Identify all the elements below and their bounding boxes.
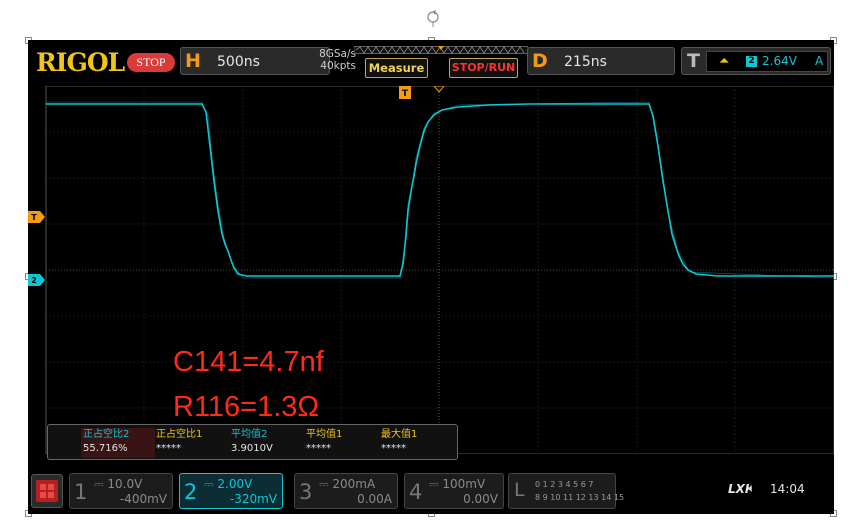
ch2-ground-marker[interactable]: 2 <box>28 274 45 286</box>
trigger-level: 2.64V <box>762 54 797 68</box>
trigger-source-badge: 2 <box>746 56 757 67</box>
measurement-value: ***** <box>306 443 331 454</box>
delay-value: 215ns <box>564 54 607 70</box>
component-annotation: C141=4.7nf R116=1.3Ω <box>173 340 324 430</box>
channel-offset: -320mV <box>229 492 277 506</box>
trigger-position-label: T <box>402 89 409 99</box>
delay-setting[interactable]: D 215ns <box>527 47 675 75</box>
sample-rate: 8GSa/s <box>319 48 356 60</box>
main-menu-button[interactable] <box>31 474 63 508</box>
channel-offset: -400mV <box>119 492 167 506</box>
ch2-ground-label: 2 <box>31 276 37 285</box>
measurement-item[interactable]: 最大值1 ***** <box>381 428 455 458</box>
measurement-value: ***** <box>381 443 406 454</box>
stop-run-button[interactable]: STOP/RUN <box>449 58 518 78</box>
channel-scale: ⎓ 100mV <box>429 477 486 491</box>
logic-analyzer-letter: L <box>514 479 525 501</box>
logic-channels-row-2: 8 9 10 11 12 13 14 15 <box>535 493 625 502</box>
channel-scale: ⎓ 200mA <box>319 477 376 491</box>
measurement-item[interactable]: 正占空比1 ***** <box>156 428 230 458</box>
channel-offset: 0.00A <box>357 492 392 506</box>
channel-1-settings[interactable]: 1 ⎓ 10.0V -400mV <box>69 473 173 509</box>
brand-logo: RIGOL <box>36 48 125 77</box>
measurement-panel[interactable]: 正占空比2 55.716% 正占空比1 ***** 平均值2 3.9010V 平… <box>47 424 458 460</box>
memory-depth: 40kpts <box>320 60 356 72</box>
oscilloscope-screen: RIGOL STOP H 500ns 8GSa/s 40kpts Measure… <box>28 40 834 514</box>
channel-scale: ⎓ 2.00V <box>204 477 253 491</box>
measurement-value: ***** <box>156 443 181 454</box>
channel-3-settings[interactable]: 3 ⎓ 200mA 0.00A <box>294 473 398 509</box>
delay-letter: D <box>532 50 548 72</box>
grid-menu-icon <box>36 480 58 502</box>
channel-number: 2 <box>184 480 198 504</box>
channel-bar: 1 ⎓ 10.0V -400mV 2 ⎓ 2.00V -320mV 3 ⎓ 20… <box>28 468 834 514</box>
measurement-value: 3.9010V <box>231 443 273 454</box>
measurement-item[interactable]: 平均值1 ***** <box>306 428 380 458</box>
measurement-label: 正占空比2 <box>83 429 130 440</box>
trigger-level-label: T <box>31 213 37 222</box>
memory-overview-bar <box>354 46 528 54</box>
channel-2-settings[interactable]: 2 ⎓ 2.00V -320mV <box>179 473 283 509</box>
trigger-details: ⏶ 2 2.64V A <box>706 51 828 72</box>
waveform-display: T T 2 <box>28 86 834 454</box>
measurement-label: 正占空比1 <box>156 429 203 440</box>
system-clock: 14:04 <box>770 482 805 496</box>
timebase-value: 500ns <box>217 54 260 70</box>
trigger-mode: A <box>815 54 824 68</box>
run-state-badge[interactable]: STOP <box>127 53 175 72</box>
annotation-capacitor: C141=4.7nf <box>173 346 324 378</box>
logic-analyzer-settings[interactable]: L 0 1 2 3 4 5 6 7 8 9 10 11 12 13 14 15 <box>508 473 624 509</box>
logic-channels-row-1: 0 1 2 3 4 5 6 7 <box>535 480 594 489</box>
channel-scale: ⎓ 10.0V <box>94 477 143 491</box>
measurement-value: 55.716% <box>83 443 128 454</box>
channel-4-settings[interactable]: 4 ⎓ 100mV 0.00V <box>404 473 504 509</box>
measurement-label: 平均值1 <box>306 429 343 440</box>
trigger-letter: T <box>687 50 700 72</box>
rising-edge-icon: ⏶ <box>719 54 730 69</box>
channel-number: 1 <box>74 480 88 504</box>
trigger-level-marker[interactable]: T <box>28 211 45 223</box>
measure-button[interactable]: Measure <box>365 58 428 78</box>
trigger-setting[interactable]: T ⏶ 2 2.64V A <box>681 47 831 75</box>
measurement-item[interactable]: 正占空比2 55.716% <box>81 428 155 458</box>
lxi-status: LXI <box>728 482 750 496</box>
channel-number: 4 <box>409 480 423 504</box>
top-status-bar: RIGOL STOP H 500ns 8GSa/s 40kpts Measure… <box>28 40 834 86</box>
horizontal-letter: H <box>185 50 201 72</box>
rotate-handle-icon[interactable] <box>424 9 442 27</box>
measurement-label: 最大值1 <box>381 429 418 440</box>
speaker-muted-icon[interactable]: 🔈︎ <box>748 481 755 496</box>
measurement-item[interactable]: 平均值2 3.9010V <box>231 428 305 458</box>
channel-number: 3 <box>299 480 313 504</box>
acquisition-info: 8GSa/s 40kpts <box>296 48 356 72</box>
trigger-position-marker: T <box>399 86 411 99</box>
channel-offset: 0.00V <box>463 492 498 506</box>
measurement-label: 平均值2 <box>231 429 268 440</box>
